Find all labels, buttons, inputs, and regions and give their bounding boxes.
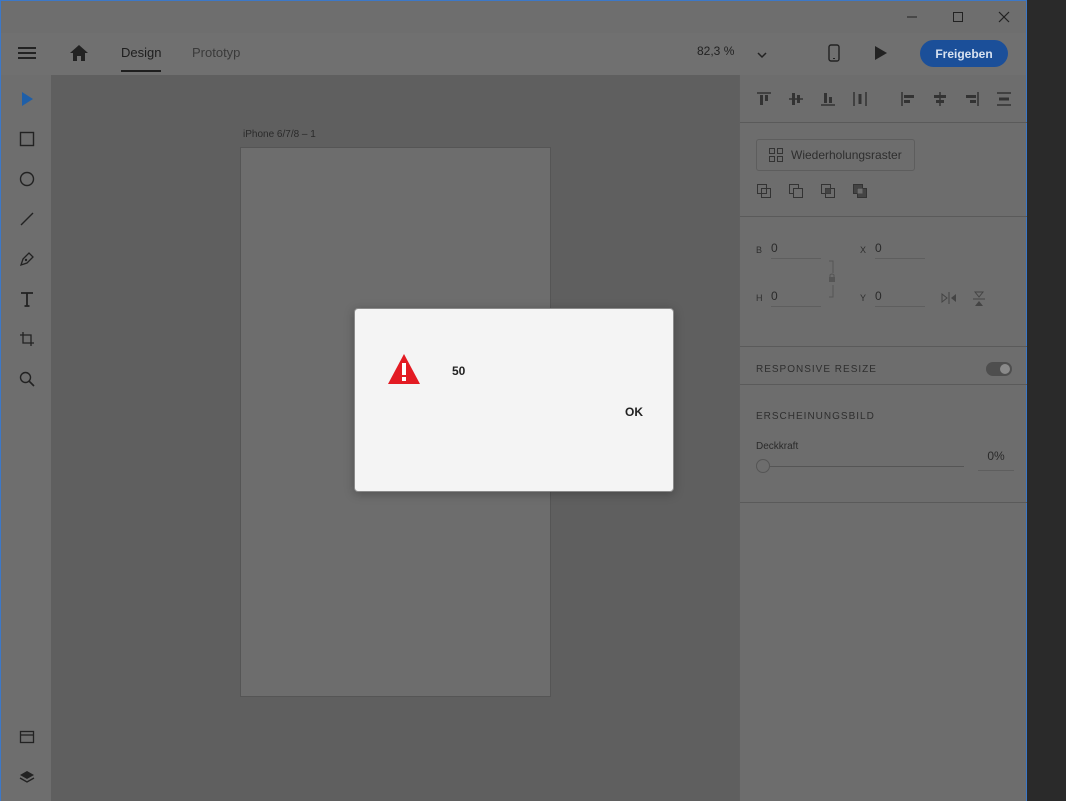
- assets-button[interactable]: [15, 725, 39, 749]
- boolean-subtract-icon[interactable]: [788, 183, 804, 199]
- maximize-button[interactable]: [935, 1, 981, 33]
- play-icon: [875, 46, 887, 60]
- width-label: B: [756, 245, 763, 255]
- opacity-slider-knob[interactable]: [756, 459, 770, 473]
- boolean-add-icon[interactable]: [756, 183, 772, 199]
- align-bottom-icon[interactable]: [820, 91, 836, 107]
- y-field[interactable]: 0: [875, 289, 925, 307]
- rectangle-icon: [19, 131, 35, 147]
- line-tool[interactable]: [15, 207, 39, 231]
- title-bar: [1, 1, 1026, 33]
- responsive-resize-toggle[interactable]: [986, 362, 1012, 376]
- select-icon: [22, 92, 33, 106]
- menu-button[interactable]: [18, 46, 36, 65]
- alert-dialog: 50 OK: [354, 308, 674, 492]
- opacity-slider-track[interactable]: [770, 466, 964, 467]
- distribute-vertical-icon[interactable]: [852, 91, 868, 107]
- mobile-device-icon: [828, 44, 840, 62]
- zoom-dropdown[interactable]: [757, 46, 767, 64]
- align-left-icon[interactable]: [900, 91, 916, 107]
- repeat-grid-label: Wiederholungsraster: [791, 148, 902, 162]
- align-middle-icon[interactable]: [788, 91, 804, 107]
- home-icon: [70, 45, 88, 61]
- dialog-message: 50: [452, 364, 466, 378]
- align-section: [740, 75, 1027, 123]
- ellipse-tool[interactable]: [15, 167, 39, 191]
- text-tool[interactable]: [15, 287, 39, 311]
- tab-design[interactable]: Design: [121, 45, 162, 72]
- responsive-resize-title: RESPONSIVE RESIZE: [756, 364, 877, 375]
- lock-icon[interactable]: [828, 259, 836, 299]
- rectangle-tool[interactable]: [15, 127, 39, 151]
- repeat-grid-icon: [769, 148, 783, 162]
- repeat-grid-button[interactable]: Wiederholungsraster: [756, 139, 915, 171]
- height-field[interactable]: 0: [771, 289, 821, 307]
- y-label: Y: [860, 293, 867, 303]
- layers-button[interactable]: [15, 765, 39, 789]
- play-button[interactable]: [874, 45, 888, 66]
- close-button[interactable]: [981, 1, 1027, 33]
- boolean-exclude-icon[interactable]: [852, 183, 868, 199]
- align-right-icon[interactable]: [964, 91, 980, 107]
- align-center-icon[interactable]: [932, 91, 948, 107]
- artboard-tool[interactable]: [15, 327, 39, 351]
- assets-icon: [19, 730, 35, 744]
- tab-prototype[interactable]: Prototyp: [192, 45, 240, 60]
- select-tool[interactable]: [15, 87, 39, 111]
- hamburger-icon: [18, 47, 36, 59]
- line-icon: [20, 212, 34, 226]
- ellipse-icon: [19, 171, 35, 187]
- close-icon: [998, 11, 1010, 23]
- boolean-intersect-icon[interactable]: [820, 183, 836, 199]
- text-icon: [21, 292, 33, 307]
- width-field[interactable]: 0: [771, 241, 821, 259]
- opacity-field[interactable]: 0%: [978, 449, 1014, 471]
- tool-bar: [1, 75, 51, 801]
- ok-button[interactable]: OK: [625, 405, 643, 419]
- zoom-tool[interactable]: [15, 367, 39, 391]
- chevron-down-icon: [757, 52, 767, 59]
- device-preview-button[interactable]: [828, 44, 840, 67]
- distribute-horizontal-icon[interactable]: [996, 91, 1012, 107]
- pen-icon: [19, 252, 34, 267]
- transform-section: [740, 217, 1027, 347]
- share-button[interactable]: Freigeben: [920, 40, 1008, 67]
- x-field[interactable]: 0: [875, 241, 925, 259]
- opacity-label: Deckkraft: [756, 441, 799, 452]
- warning-icon: [388, 354, 420, 384]
- flip-horizontal-icon[interactable]: [941, 292, 957, 304]
- pen-tool[interactable]: [15, 247, 39, 271]
- home-button[interactable]: [69, 44, 89, 67]
- appearance-title: ERSCHEINUNGSBILD: [756, 411, 875, 422]
- maximize-icon: [953, 12, 963, 22]
- x-label: X: [860, 245, 867, 255]
- zoom-level[interactable]: 82,3 %: [697, 44, 734, 58]
- minimize-button[interactable]: [889, 1, 935, 33]
- zoom-icon: [19, 371, 35, 387]
- app-bar: Design Prototyp 82,3 % Freigeben: [1, 33, 1026, 75]
- flip-vertical-icon[interactable]: [973, 291, 985, 307]
- property-inspector: Wiederholungsraster B 0 X 0 H 0 Y 0 RESP…: [739, 75, 1027, 801]
- align-top-icon[interactable]: [756, 91, 772, 107]
- minimize-icon: [907, 16, 917, 18]
- artboard-icon: [20, 332, 34, 346]
- height-label: H: [756, 293, 763, 303]
- layers-icon: [19, 771, 35, 783]
- artboard-label[interactable]: iPhone 6/7/8 – 1: [243, 129, 316, 140]
